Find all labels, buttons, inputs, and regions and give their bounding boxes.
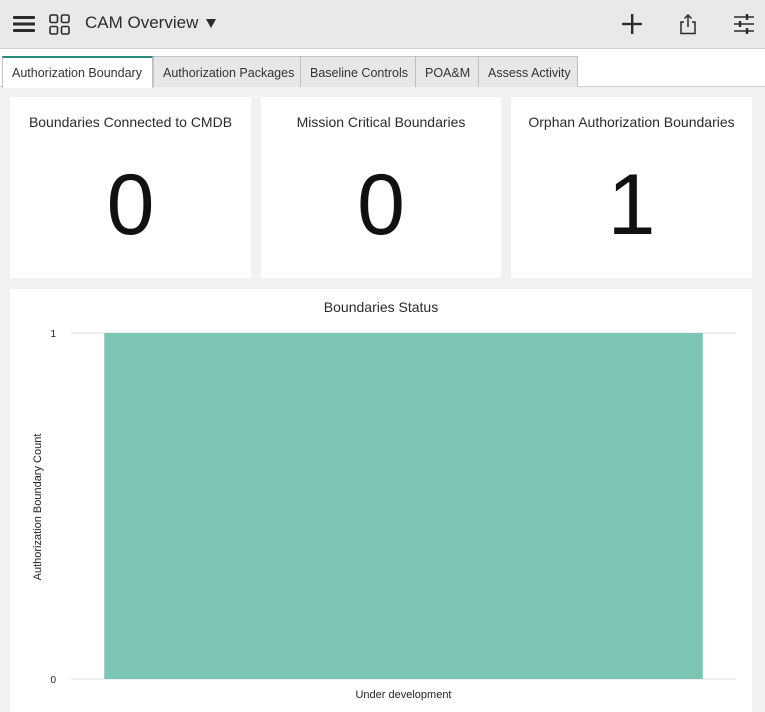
tab-label: Authorization Boundary bbox=[12, 66, 142, 80]
x-tick-label: Under development bbox=[355, 689, 451, 701]
tab-assess-activity[interactable]: Assess Activity bbox=[478, 56, 578, 87]
y-tick-label: 1 bbox=[50, 329, 56, 340]
y-tick-label: 0 bbox=[50, 675, 56, 686]
bar bbox=[104, 333, 703, 679]
boundaries-status-chart: 0 1 Under development Authorization Boundar… bbox=[32, 329, 736, 701]
card-value: 0 bbox=[106, 157, 155, 253]
add-icon[interactable] bbox=[621, 13, 643, 40]
card-boundaries-connected-to-cmdb[interactable]: Boundaries Connected to CMDB 0 bbox=[10, 97, 251, 278]
tab-authorization-packages[interactable]: Authorization Packages bbox=[153, 56, 301, 87]
card-mission-critical-boundaries[interactable]: Mission Critical Boundaries 0 bbox=[261, 97, 501, 278]
tab-bar: Authorization Boundary Authorization Pac… bbox=[0, 49, 765, 88]
card-orphan-authorization-boundaries[interactable]: Orphan Authorization Boundaries 1 bbox=[511, 97, 752, 278]
menu-icon[interactable] bbox=[13, 15, 35, 38]
card-value: 1 bbox=[607, 157, 656, 253]
dashboard-title: CAM Overview bbox=[85, 13, 199, 32]
tab-label: Authorization Packages bbox=[163, 66, 295, 80]
tab-baseline-controls[interactable]: Baseline Controls bbox=[300, 56, 416, 87]
tab-label: POA&M bbox=[425, 66, 471, 80]
card-title: Orphan Authorization Boundaries bbox=[528, 114, 735, 130]
card-title: Boundaries Connected to CMDB bbox=[28, 114, 233, 130]
chart-card-boundaries-status: Boundaries Status 0 1 Under development Aut… bbox=[10, 289, 752, 712]
dashboard-grid-icon[interactable] bbox=[49, 14, 70, 40]
dropdown-caret-icon[interactable] bbox=[206, 19, 216, 28]
filter-settings-icon[interactable] bbox=[733, 13, 755, 40]
tab-poam[interactable]: POA&M bbox=[415, 56, 479, 87]
card-title: Mission Critical Boundaries bbox=[296, 114, 466, 130]
top-bar: CAM Overview bbox=[0, 0, 765, 49]
share-icon[interactable] bbox=[679, 13, 697, 40]
tab-label: Baseline Controls bbox=[310, 66, 408, 80]
tab-label: Assess Activity bbox=[488, 66, 571, 80]
tab-authorization-boundary[interactable]: Authorization Boundary bbox=[2, 56, 153, 88]
card-value: 0 bbox=[357, 157, 405, 253]
y-axis-label: Authorization Boundary Count bbox=[32, 434, 44, 581]
